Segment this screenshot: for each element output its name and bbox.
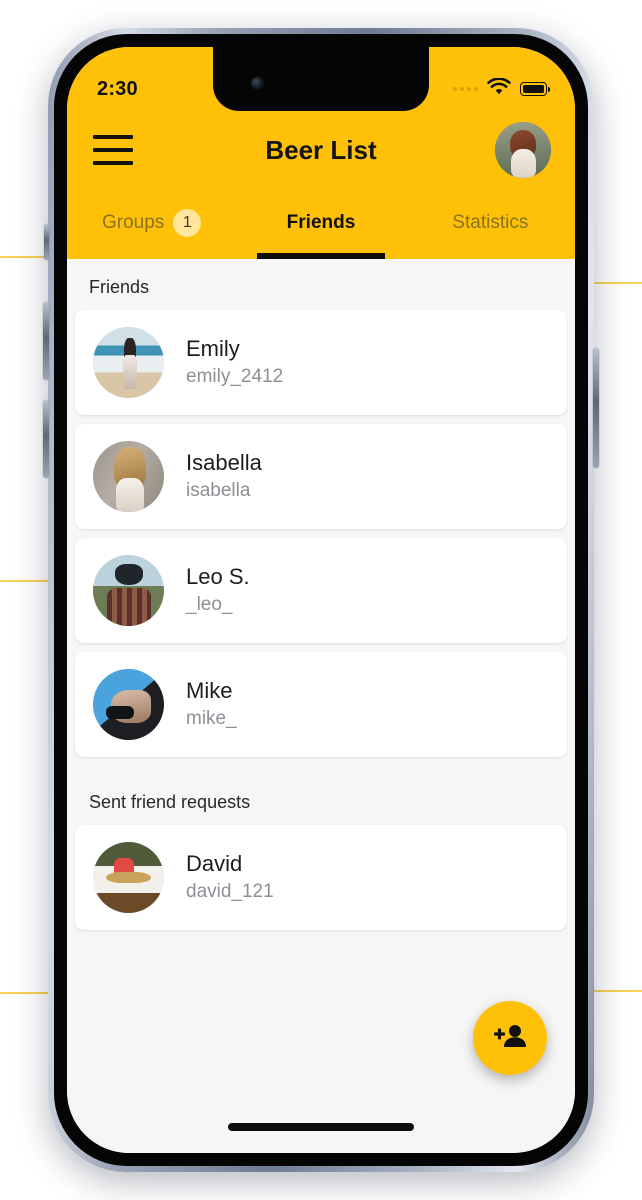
- person-add-icon: [493, 1022, 527, 1055]
- friend-handle: emily_2412: [186, 366, 284, 388]
- section-header-friends: Friends: [67, 259, 575, 310]
- friend-handle: isabella: [186, 480, 251, 502]
- friend-handle: _leo_: [186, 594, 233, 616]
- friend-name: Emily: [186, 335, 240, 361]
- friend-name: Isabella: [186, 449, 262, 475]
- list-item[interactable]: Leo S. _leo_: [75, 538, 567, 643]
- battery-full-icon: [520, 82, 550, 96]
- hamburger-menu-icon[interactable]: [93, 135, 133, 165]
- friend-handle: mike_: [186, 708, 237, 730]
- avatar-image: [93, 555, 164, 626]
- profile-avatar[interactable]: [495, 122, 551, 178]
- tab-active-indicator: [256, 253, 386, 259]
- avatar-image: [93, 669, 164, 740]
- tab-statistics-label: Statistics: [452, 212, 529, 233]
- add-friend-button[interactable]: [473, 1001, 547, 1075]
- front-camera-icon: [251, 77, 264, 90]
- friend-handle: david_121: [186, 881, 274, 903]
- list-item[interactable]: Mike mike_: [75, 652, 567, 757]
- phone-screen: 2:30 Beer List Groups 1 Friends Statisti…: [67, 47, 575, 1153]
- friend-name: Leo S.: [186, 563, 250, 589]
- home-indicator[interactable]: [228, 1123, 414, 1131]
- avatar: [93, 555, 164, 626]
- volume-down-button[interactable]: [43, 400, 49, 478]
- list-item[interactable]: David david_121: [75, 825, 567, 930]
- list-item-text: Emily emily_2412: [186, 335, 284, 388]
- tab-friends-label: Friends: [286, 212, 356, 233]
- avatar: [93, 669, 164, 740]
- list-item-text: Isabella isabella: [186, 449, 262, 502]
- power-button[interactable]: [593, 348, 599, 468]
- list-item-text: David david_121: [186, 850, 274, 903]
- signal-dots-icon: [453, 87, 478, 91]
- avatar: [93, 327, 164, 398]
- avatar-image: [93, 441, 164, 512]
- avatar-image: [93, 327, 164, 398]
- tab-friends[interactable]: Friends: [236, 187, 405, 259]
- tab-groups-label: Groups: [102, 212, 165, 233]
- section-header-sent-requests: Sent friend requests: [67, 766, 575, 825]
- tab-bar: Groups 1 Friends Statistics: [67, 187, 575, 259]
- list-item-text: Leo S. _leo_: [186, 563, 250, 616]
- tab-groups[interactable]: Groups 1: [67, 187, 236, 259]
- status-bar-indicators: [453, 76, 550, 101]
- avatar: [93, 441, 164, 512]
- screenshot-stage: 2:30 Beer List Groups 1 Friends Statisti…: [0, 0, 642, 1200]
- avatar: [93, 842, 164, 913]
- friend-name: David: [186, 850, 243, 876]
- app-bar: Beer List: [67, 113, 575, 187]
- volume-up-button[interactable]: [43, 302, 49, 380]
- phone-device-frame: 2:30 Beer List Groups 1 Friends Statisti…: [43, 28, 599, 1172]
- wifi-icon: [487, 76, 511, 101]
- list-item-text: Mike mike_: [186, 677, 237, 730]
- friend-name: Mike: [186, 677, 233, 703]
- mute-switch-button[interactable]: [44, 224, 49, 260]
- status-bar-clock: 2:30: [97, 77, 138, 100]
- tab-statistics[interactable]: Statistics: [406, 187, 575, 259]
- avatar-image: [93, 842, 164, 913]
- tab-groups-badge: 1: [173, 209, 202, 237]
- list-item[interactable]: Emily emily_2412: [75, 310, 567, 415]
- profile-avatar-image: [495, 122, 551, 178]
- list-item[interactable]: Isabella isabella: [75, 424, 567, 529]
- display-notch: [213, 47, 429, 111]
- device-bezel: 2:30 Beer List Groups 1 Friends Statisti…: [54, 34, 588, 1166]
